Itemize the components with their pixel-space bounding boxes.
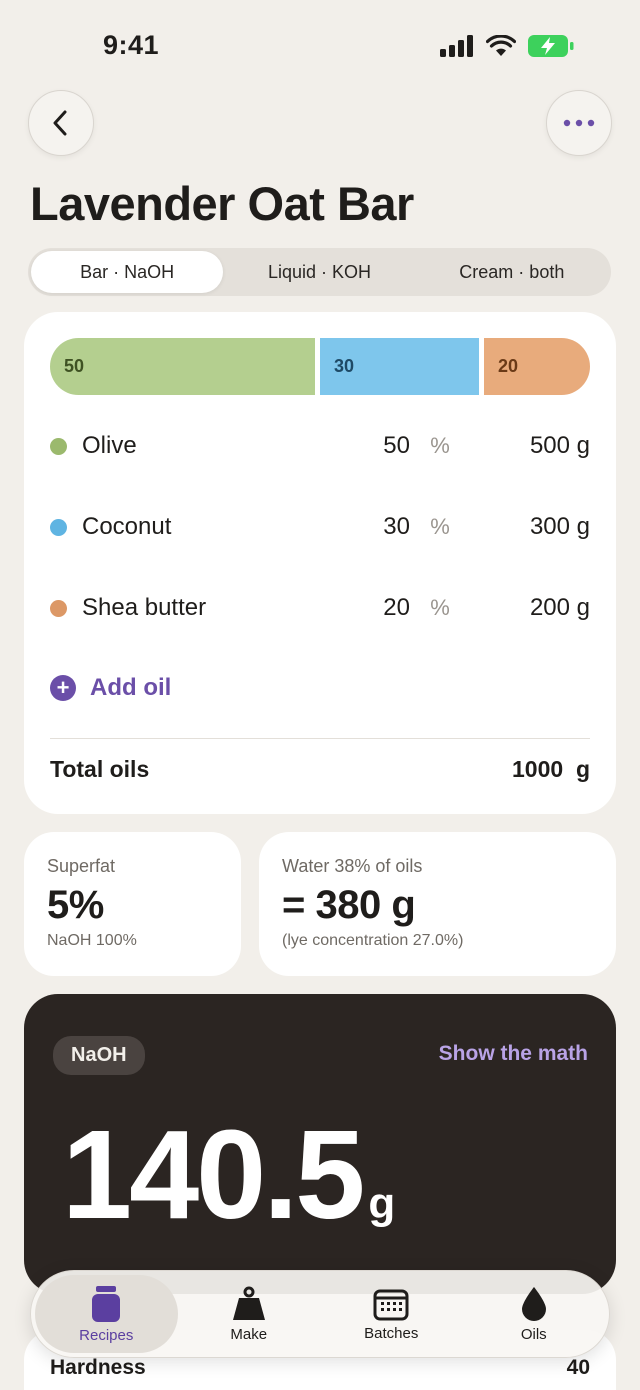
tab-label: Recipes — [79, 1326, 134, 1344]
tab-bar: Recipes Make Batches Oils — [30, 1270, 610, 1358]
lye-result-card: NaOH Show the math 140.5 g — [24, 994, 616, 1294]
more-options-button[interactable] — [546, 90, 612, 156]
signal-icon — [440, 35, 473, 57]
water-value: = 380 g — [282, 883, 416, 927]
superfat-sub: NaOH 100% — [47, 932, 137, 949]
oil-color-dot — [50, 599, 67, 617]
drop-icon — [521, 1286, 546, 1321]
add-oil-label: Add oil — [90, 674, 172, 701]
segment-liquid-koh[interactable]: Liquid · KOH — [223, 251, 415, 293]
chevron-left-icon — [53, 110, 67, 136]
ratio-segment-coconut: 30 — [320, 338, 479, 395]
soap-type-segmented-control: Bar · NaOH Liquid · KOH Cream · both — [28, 248, 611, 296]
status-bar: 9:41 — [0, 0, 640, 90]
back-button[interactable] — [28, 90, 94, 156]
oil-name: Olive — [82, 432, 137, 459]
status-time: 9:41 — [103, 30, 160, 60]
page-title: Lavender Oat Bar — [30, 177, 414, 230]
lye-amount-unit: g — [368, 1179, 396, 1228]
tab-make[interactable]: Make — [178, 1275, 321, 1353]
oil-row-olive[interactable]: Olive 50 % 500 g — [50, 426, 590, 466]
segment-cream-both[interactable]: Cream · both — [416, 251, 608, 293]
ratio-label: 30 — [334, 356, 355, 376]
tab-recipes[interactable]: Recipes — [35, 1275, 178, 1353]
oil-color-dot — [50, 518, 67, 536]
ratio-label: 50 — [64, 356, 85, 376]
oil-grams: 200 g — [529, 594, 590, 621]
calendar-icon — [373, 1289, 409, 1320]
lye-amount-value: 140.5 — [62, 1104, 365, 1245]
oil-percent-unit: % — [430, 514, 450, 539]
lye-type-badge: NaOH — [53, 1036, 145, 1075]
superfat-value: 5% — [47, 883, 104, 927]
oil-percent-unit: % — [430, 595, 450, 620]
wifi-icon — [486, 35, 516, 56]
show-math-link[interactable]: Show the math — [439, 1042, 588, 1066]
superfat-card[interactable]: Superfat 5% NaOH 100% — [24, 832, 241, 976]
oil-row-shea-butter[interactable]: Shea butter 20 % 200 g — [50, 588, 590, 628]
ellipsis-icon — [563, 119, 595, 127]
oils-card: 50 30 20 Olive 50 % 500 g Coconut 30 % 3… — [24, 312, 616, 814]
water-card[interactable]: Water 38% of oils = 380 g (lye concentra… — [259, 832, 616, 976]
tab-oils[interactable]: Oils — [463, 1275, 606, 1353]
tab-label: Batches — [364, 1324, 419, 1342]
oil-color-dot — [50, 437, 67, 455]
superfat-label: Superfat — [47, 856, 116, 876]
oil-grams: 500 g — [529, 432, 590, 459]
water-label: Water 38% of oils — [282, 856, 423, 876]
hardness-value: 40 — [566, 1356, 590, 1379]
oil-percent[interactable]: 20 — [370, 594, 410, 622]
status-icons — [440, 34, 574, 58]
total-oils-row: Total oils 1000 g — [50, 756, 590, 783]
lye-amount: 140.5 g — [62, 1112, 395, 1238]
plus-icon: + — [50, 675, 76, 701]
hardness-label: Hardness — [50, 1356, 146, 1379]
oil-grams: 300 g — [529, 513, 590, 540]
ratio-label: 20 — [498, 356, 519, 376]
ratio-segment-shea: 20 — [484, 338, 590, 395]
tab-label: Make — [230, 1325, 268, 1343]
divider — [50, 738, 590, 739]
oil-percent[interactable]: 30 — [370, 513, 410, 541]
segment-bar-naoh[interactable]: Bar · NaOH — [31, 251, 224, 293]
oil-name: Shea butter — [82, 594, 207, 621]
battery-charging-icon — [528, 35, 574, 57]
ratio-segment-olive: 50 — [50, 338, 315, 395]
weight-icon — [232, 1286, 265, 1320]
oil-percent-unit: % — [430, 433, 450, 458]
oil-row-coconut[interactable]: Coconut 30 % 300 g — [50, 507, 590, 547]
jar-icon — [92, 1285, 121, 1322]
oil-ratio-bar: 50 30 20 — [50, 338, 590, 395]
total-oils-value: 1000 g — [512, 756, 590, 782]
tab-batches[interactable]: Batches — [320, 1275, 463, 1353]
tab-label: Oils — [520, 1325, 547, 1343]
oil-name: Coconut — [82, 513, 172, 540]
add-oil-button[interactable]: + Add oil — [50, 674, 171, 702]
total-oils-label: Total oils — [50, 756, 150, 782]
hardness-row: Hardness 40 — [50, 1356, 590, 1380]
oil-percent[interactable]: 50 — [370, 432, 410, 460]
water-sub: (lye concentration 27.0%) — [282, 932, 464, 949]
